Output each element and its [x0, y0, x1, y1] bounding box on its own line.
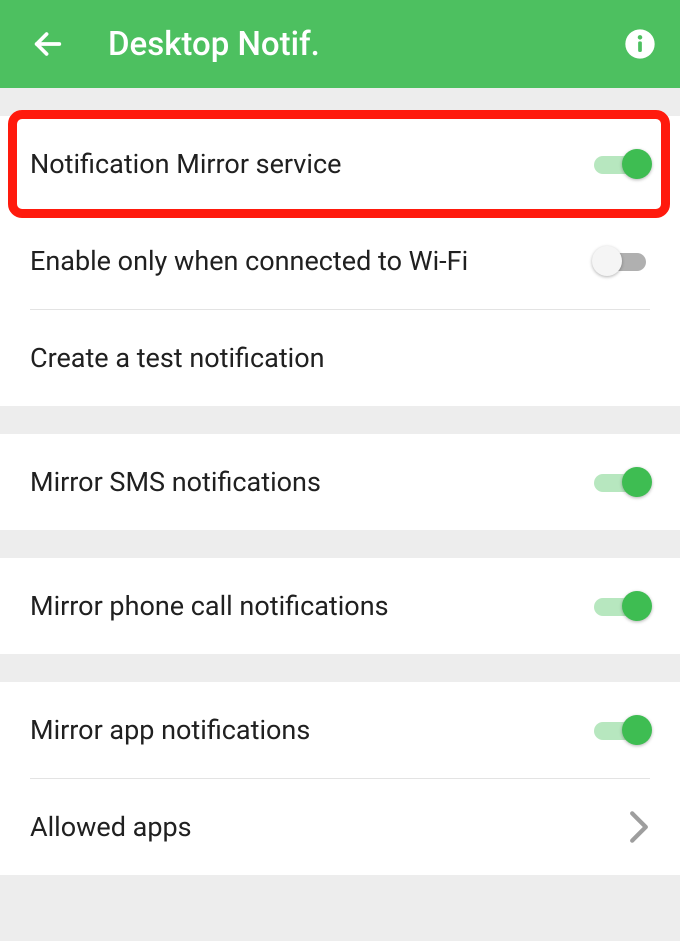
settings-group: Mirror app notifications Allowed apps: [0, 682, 680, 875]
row-label: Allowed apps: [30, 811, 192, 843]
toggle-wifi-only[interactable]: [594, 243, 650, 279]
toggle-notification-mirror-service[interactable]: [594, 146, 650, 182]
row-notification-mirror-service[interactable]: Notification Mirror service: [0, 116, 680, 212]
row-label: Notification Mirror service: [30, 148, 341, 180]
back-button[interactable]: [28, 27, 68, 61]
toggle-mirror-app[interactable]: [594, 712, 650, 748]
row-mirror-sms[interactable]: Mirror SMS notifications: [0, 434, 680, 530]
row-wifi-only[interactable]: Enable only when connected to Wi-Fi: [0, 213, 680, 309]
chevron-right-icon: [628, 810, 650, 844]
settings-group: Notification Mirror service Enable only …: [0, 116, 680, 406]
info-icon: [624, 28, 656, 60]
row-mirror-phone-call[interactable]: Mirror phone call notifications: [0, 558, 680, 654]
toggle-mirror-sms[interactable]: [594, 464, 650, 500]
settings-group: Mirror phone call notifications: [0, 558, 680, 654]
app-bar: Desktop Notif.: [0, 0, 680, 88]
row-label: Enable only when connected to Wi-Fi: [30, 245, 468, 277]
page-title: Desktop Notif.: [68, 25, 620, 64]
settings-screen: Desktop Notif. Notification Mirror servi…: [0, 0, 680, 941]
toggle-mirror-phone-call[interactable]: [594, 588, 650, 624]
info-button[interactable]: [620, 24, 660, 64]
row-allowed-apps[interactable]: Allowed apps: [0, 779, 680, 875]
row-create-test-notification[interactable]: Create a test notification: [0, 310, 680, 406]
settings-group: Mirror SMS notifications: [0, 434, 680, 530]
row-label: Mirror app notifications: [30, 714, 310, 746]
row-label: Mirror SMS notifications: [30, 466, 321, 498]
arrow-left-icon: [31, 27, 65, 61]
row-label: Create a test notification: [30, 342, 325, 374]
row-mirror-app[interactable]: Mirror app notifications: [0, 682, 680, 778]
row-label: Mirror phone call notifications: [30, 590, 389, 622]
